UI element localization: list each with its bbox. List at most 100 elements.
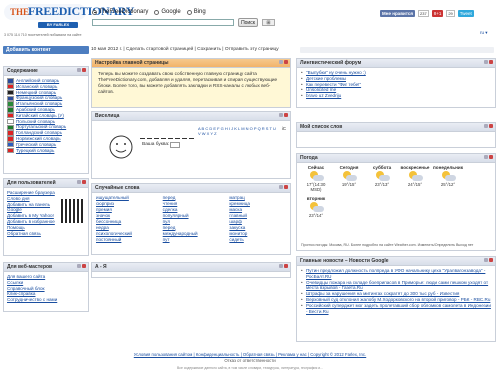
news-link[interactable]: Российский суперджет мог задеть пролетав… bbox=[301, 303, 491, 315]
search-options-toggle[interactable]: ⊞ bbox=[262, 19, 275, 26]
panel-controls[interactable] bbox=[279, 264, 288, 268]
search-engine-radio[interactable]: Google bbox=[154, 9, 181, 15]
flag-icon bbox=[7, 89, 14, 96]
contents-title: Содержание bbox=[7, 68, 38, 74]
language-select[interactable]: ru ▾ bbox=[480, 30, 488, 36]
weather-header[interactable]: Погода bbox=[297, 154, 495, 163]
gplus-button[interactable]: 8+1 bbox=[431, 10, 444, 17]
random-words-header[interactable]: Случайные слова bbox=[92, 184, 290, 193]
weather-panel: Погода Сейчас 17°(14:30 MSD) Сегодня 19°/15… bbox=[296, 153, 496, 251]
search-engine-radio[interactable]: TheFreeDictionary bbox=[92, 9, 148, 15]
flag-icon bbox=[7, 101, 14, 107]
contents-header[interactable]: Содержание bbox=[4, 67, 88, 76]
weather-day-name: понедельник bbox=[433, 165, 464, 170]
webmasters-header[interactable]: Для веб-мастеров bbox=[4, 263, 88, 272]
webmasters-title: Для веб-мастеров bbox=[7, 264, 53, 270]
random-words-columns: ищущательный сюрприз премия значок бессонниц… bbox=[92, 193, 290, 245]
weather-row: Сейчас 17°(14:30 MSD) Сегодня 19°/15° суббот… bbox=[297, 163, 495, 194]
az-header[interactable]: А - Я bbox=[92, 263, 290, 272]
radio-dot-icon[interactable] bbox=[154, 9, 160, 15]
letter-choices[interactable]: A B C D E F G H I J K L M N O P Q R S T … bbox=[198, 126, 278, 136]
search-input[interactable] bbox=[92, 19, 234, 26]
add-content-button[interactable]: Добавить контент bbox=[3, 46, 89, 54]
random-word-link[interactable]: пут bbox=[163, 237, 220, 243]
panel-controls[interactable] bbox=[279, 60, 288, 64]
radio-dot-icon[interactable] bbox=[92, 9, 97, 15]
weather-day-name: Сегодня bbox=[339, 165, 359, 170]
webmasters-link[interactable]: Сотрудничество с нами bbox=[7, 297, 85, 303]
weather-day-temp: 24°/15° bbox=[407, 182, 423, 187]
settings-title: Настройка главной страницы bbox=[95, 60, 169, 66]
like-count: 237 bbox=[418, 10, 429, 17]
users-header[interactable]: Для пользователей bbox=[4, 179, 88, 188]
forum-header[interactable]: Лингвистический форум bbox=[297, 59, 495, 68]
weather-day-name: суббота bbox=[372, 165, 392, 170]
your-letter-label: Ваша буква: bbox=[142, 142, 170, 147]
random-words-panel: Случайные слова ищущательный сюрприз преми… bbox=[91, 183, 291, 255]
partly-cloudy-icon bbox=[308, 171, 324, 181]
facebook-like-button[interactable]: Мне нравится bbox=[380, 10, 415, 17]
forum-list: "Выпубки" ну очень нужно :)Детские пробл… bbox=[297, 68, 495, 101]
panel-controls[interactable] bbox=[279, 185, 288, 189]
hangman-side-label: iC bbox=[281, 126, 286, 131]
radio-dot-icon[interactable] bbox=[186, 9, 192, 15]
users-title: Для пользователей bbox=[7, 180, 56, 186]
panel-controls[interactable] bbox=[279, 113, 288, 117]
date-bar[interactable]: 10 мая 2012 г. | Сделать стартовой стран… bbox=[91, 46, 291, 54]
weather-day: суббота 23°/13° bbox=[367, 165, 397, 192]
weather-row-2: вторник 23°/14° bbox=[297, 194, 495, 220]
users-link[interactable]: Добавить в избранное bbox=[7, 219, 57, 225]
contents-item-label[interactable]: Турецкий словарь bbox=[16, 148, 54, 154]
random-word-link[interactable]: постоянный bbox=[96, 237, 153, 243]
panel-controls[interactable] bbox=[77, 68, 86, 72]
my-words-title: Мой список слов bbox=[300, 124, 343, 130]
settings-panel: Настройка главной страницы Теперь вы мож… bbox=[91, 58, 291, 108]
weather-note: Прогноз погоды: Москва, RU. Более подроб… bbox=[301, 243, 474, 247]
panel-controls[interactable] bbox=[484, 155, 493, 159]
settings-header[interactable]: Настройка главной страницы bbox=[92, 59, 290, 68]
tweet-button[interactable]: Tweet bbox=[457, 10, 474, 17]
panel-controls[interactable] bbox=[77, 264, 86, 268]
search-engine-options: TheFreeDictionary Google Bing bbox=[92, 9, 206, 15]
news-list: Путин предложил должность полпреда в УФО… bbox=[297, 266, 495, 316]
flag-icon bbox=[7, 107, 14, 113]
partly-cloudy-icon bbox=[407, 171, 423, 181]
weather-title: Погода bbox=[300, 155, 318, 161]
footer-disclaimer: Отказ от ответственности bbox=[224, 358, 276, 363]
news-header[interactable]: Главные новости – Новости Google bbox=[297, 257, 495, 266]
search-engine-radio[interactable]: Bing bbox=[186, 9, 206, 15]
radio-label: Google bbox=[161, 9, 181, 15]
site-logo[interactable]: THE FREEDICTIONARY BY FARLEX bbox=[4, 2, 134, 34]
my-words-header[interactable]: Мой список слов bbox=[297, 123, 495, 132]
news-link[interactable]: Путин предложил должность полпреда в УФО… bbox=[301, 268, 491, 280]
search-button[interactable]: Поиск bbox=[238, 18, 258, 27]
hangman-header[interactable]: Виселица bbox=[92, 112, 290, 121]
news-link[interactable]: Очевидцы пожара на складе боеприпасов в … bbox=[301, 280, 491, 292]
radio-label: TheFreeDictionary bbox=[99, 9, 149, 15]
panel-controls[interactable] bbox=[484, 124, 493, 128]
my-words-panel: Мой список слов bbox=[296, 122, 496, 148]
contents-item[interactable]: Турецкий словарь bbox=[7, 148, 85, 154]
weather-day-name: воскресенье bbox=[400, 165, 430, 170]
letter-input[interactable] bbox=[170, 142, 180, 148]
word-blanks bbox=[140, 134, 196, 141]
users-link[interactable]: Добавить на панель Google bbox=[7, 202, 57, 214]
panel-controls[interactable] bbox=[484, 258, 493, 262]
random-words-col-1: ищущательный сюрприз премия значок бессонниц… bbox=[96, 195, 153, 243]
users-panel: Для пользователей Расширение браузера Сло… bbox=[3, 178, 89, 256]
users-link[interactable]: Расширение браузера bbox=[7, 190, 57, 196]
forum-panel: Лингвистический форум "Выпубки" ну очень… bbox=[296, 58, 496, 108]
random-word-link[interactable]: сидеть bbox=[229, 237, 286, 243]
partly-cloudy-icon bbox=[440, 171, 456, 181]
weather-day-temp: 19°/15° bbox=[341, 182, 357, 187]
hangman-title: Виселица bbox=[95, 113, 120, 119]
az-title: А - Я bbox=[95, 264, 107, 270]
contents-list: Английский словарь Испанский словарь Немец… bbox=[4, 76, 88, 155]
forum-link[interactable]: bravo uz Zvedriju bbox=[301, 93, 491, 99]
footer-links-text[interactable]: Условия пользования сайтом | Конфиденциа… bbox=[134, 352, 366, 357]
footer-links[interactable]: Условия пользования сайтом | Конфиденциа… bbox=[0, 352, 500, 364]
flag-icon bbox=[7, 136, 14, 142]
users-link[interactable]: Обратная связь bbox=[7, 231, 57, 237]
panel-controls[interactable] bbox=[484, 60, 493, 64]
panel-controls[interactable] bbox=[77, 180, 86, 184]
